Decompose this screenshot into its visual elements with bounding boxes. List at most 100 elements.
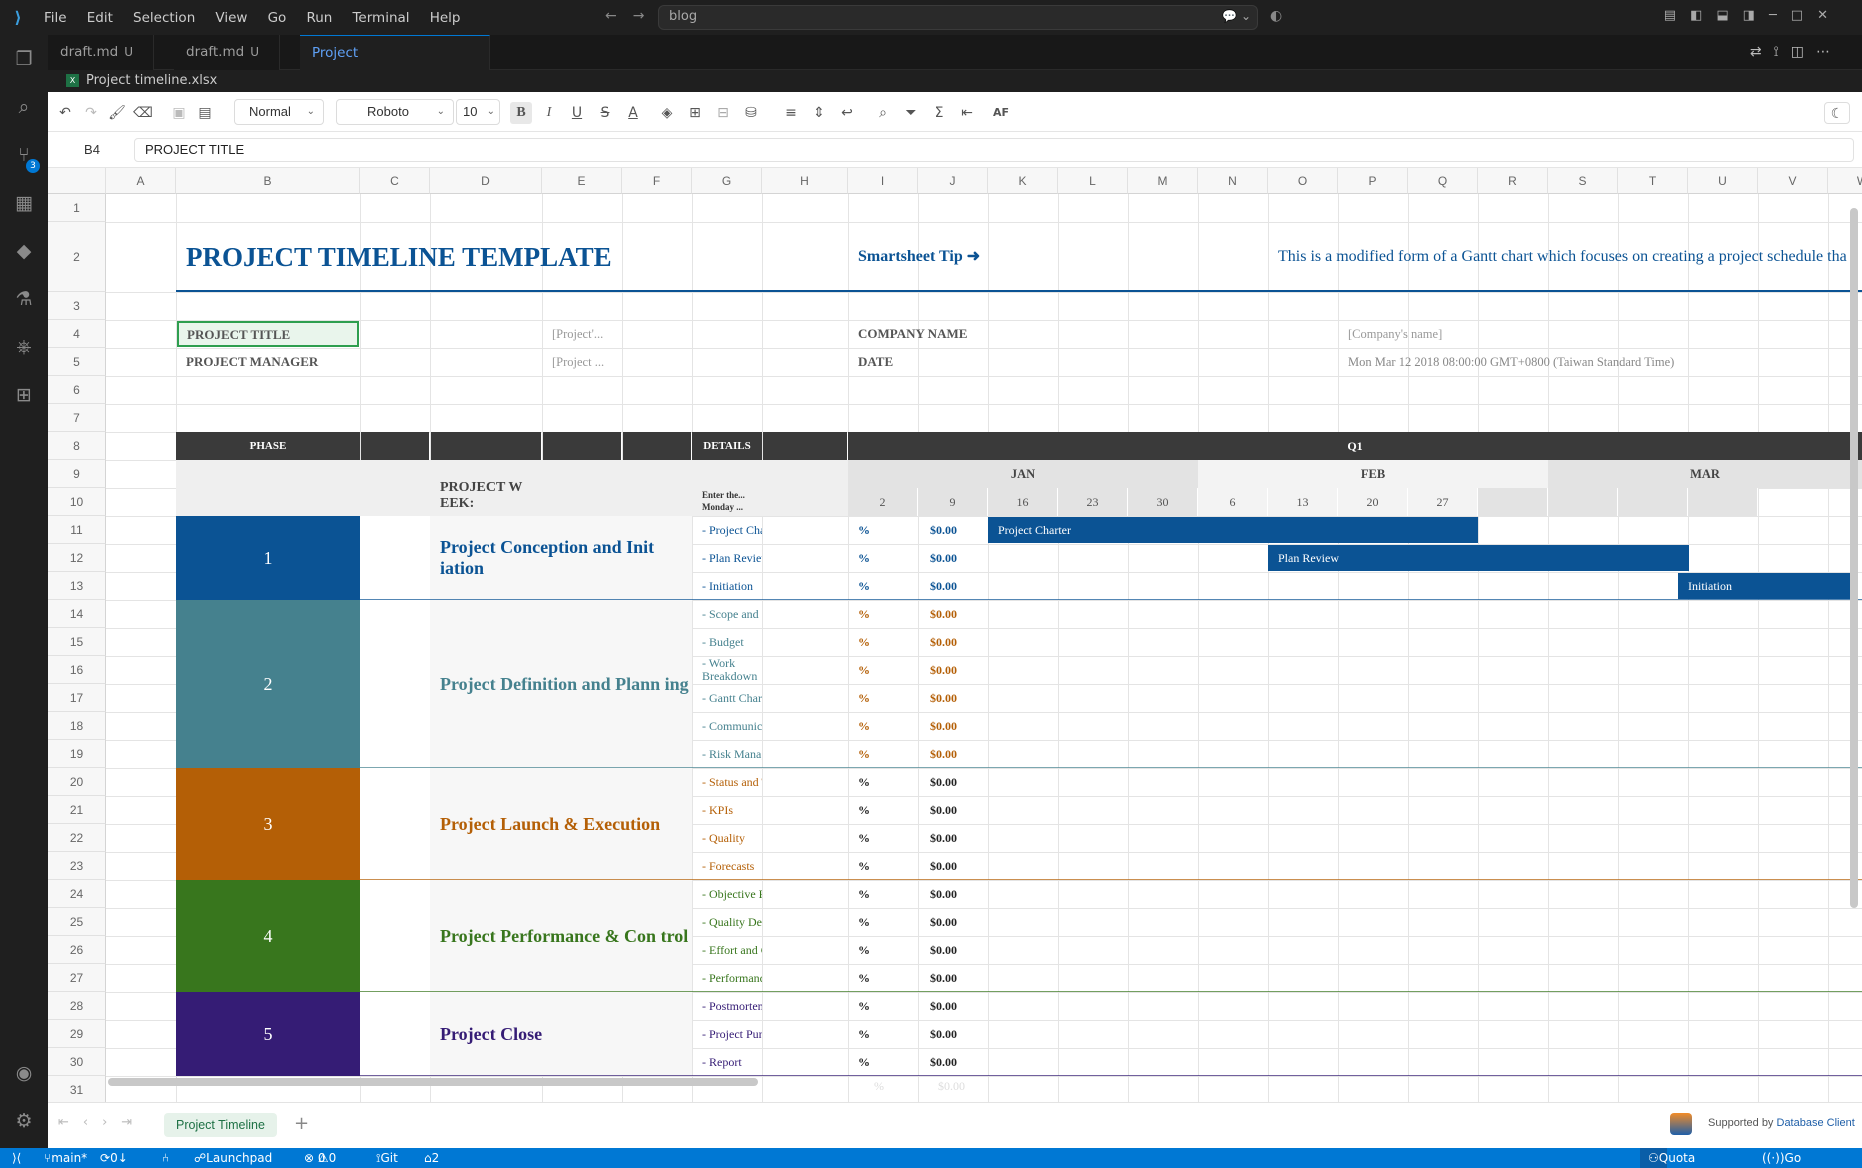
row-header[interactable]: 13 xyxy=(48,572,106,600)
row-header[interactable]: 12 xyxy=(48,544,106,572)
column-header[interactable]: I xyxy=(848,168,918,194)
task-cost[interactable]: $0.00 xyxy=(930,516,990,544)
task-cost[interactable]: $0.00 xyxy=(930,908,990,936)
task-percent[interactable]: % xyxy=(858,684,908,712)
task-label[interactable]: - Forecasts xyxy=(692,852,762,880)
minimize-icon[interactable]: ─ xyxy=(1769,8,1791,23)
branch-status[interactable]: ⑂ main* xyxy=(44,1148,87,1168)
row-header[interactable]: 5 xyxy=(48,348,106,376)
panel-toggle-icon[interactable]: ⬓ xyxy=(1716,8,1742,23)
font-select[interactable]: Roboto ⌄ xyxy=(336,99,454,125)
task-cost[interactable]: $0.00 xyxy=(930,964,990,992)
column-header[interactable]: G xyxy=(692,168,762,194)
task-percent[interactable]: % xyxy=(858,852,908,880)
strikethrough-icon[interactable]: S xyxy=(594,102,616,124)
go-live-status[interactable]: ((·)) Go Live xyxy=(1762,1148,1801,1168)
task-cost[interactable]: $0.00 xyxy=(930,740,990,768)
task-percent[interactable]: % xyxy=(858,992,908,1020)
task-cost[interactable]: $0.00 xyxy=(930,600,990,628)
column-header[interactable]: F xyxy=(622,168,692,194)
gantt-bar[interactable]: Project Charter xyxy=(988,517,1478,543)
undo-icon[interactable]: ↶ xyxy=(54,102,76,124)
row-header[interactable]: 7 xyxy=(48,404,106,432)
task-label[interactable]: - Quality xyxy=(692,824,762,852)
task-label[interactable]: - Performance xyxy=(692,964,762,992)
column-header[interactable]: M xyxy=(1128,168,1198,194)
row-header[interactable]: 25 xyxy=(48,908,106,936)
task-percent[interactable]: % xyxy=(858,880,908,908)
gantt-bar[interactable]: Initiation xyxy=(1678,573,1852,599)
row-header[interactable]: 9 xyxy=(48,460,106,488)
maximize-icon[interactable]: □ xyxy=(1791,8,1817,23)
secondary-sidebar-icon[interactable]: ◨ xyxy=(1743,8,1769,23)
task-cost[interactable]: $0.00 xyxy=(930,544,990,572)
task-cost[interactable]: $0.00 xyxy=(930,572,990,600)
row-header[interactable]: 1 xyxy=(48,194,106,222)
testing-icon[interactable]: ⚗ xyxy=(0,281,48,317)
task-cost[interactable]: $0.00 xyxy=(930,796,990,824)
git-graph-icon[interactable]: ⑃ xyxy=(162,1148,169,1168)
row-header[interactable]: 30 xyxy=(48,1048,106,1076)
task-cost[interactable]: $0.00 xyxy=(930,852,990,880)
merge-cells-icon[interactable]: ⊟ xyxy=(712,102,734,124)
spreadsheet-grid[interactable]: ABCDEFGHIJKLMNOPQRSTUVW12345678910111213… xyxy=(48,168,1862,1102)
task-cost[interactable]: $0.00 xyxy=(930,824,990,852)
task-label[interactable]: - Communication Plan xyxy=(692,712,762,740)
column-header[interactable]: T xyxy=(1618,168,1688,194)
bold-icon[interactable]: B xyxy=(510,102,532,124)
filter-icon[interactable]: ⏷ xyxy=(900,102,922,124)
database-icon[interactable]: ▦ xyxy=(0,185,48,221)
row-header[interactable]: 16 xyxy=(48,656,106,684)
column-header[interactable]: V xyxy=(1758,168,1828,194)
row-header[interactable]: 31 xyxy=(48,1076,106,1102)
task-percent[interactable]: % xyxy=(858,712,908,740)
redo-icon[interactable]: ↷ xyxy=(80,102,102,124)
task-percent[interactable]: % xyxy=(858,796,908,824)
row-header[interactable]: 18 xyxy=(48,712,106,740)
column-header[interactable]: D xyxy=(430,168,542,194)
task-percent[interactable]: % xyxy=(858,768,908,796)
row-header[interactable]: 4 xyxy=(48,320,106,348)
task-cost[interactable]: $0.00 xyxy=(930,628,990,656)
column-header[interactable]: W xyxy=(1828,168,1862,194)
layout-icon[interactable]: ▤ xyxy=(1664,8,1690,23)
menu-file[interactable]: File xyxy=(44,10,67,26)
tab-project-timeline[interactable]: Project timeline.xlsxU✕ xyxy=(300,35,490,96)
search-icon[interactable]: ⌕ xyxy=(0,89,48,125)
task-percent[interactable]: % xyxy=(858,1020,908,1048)
task-label[interactable]: - Budget xyxy=(692,628,762,656)
align-left-icon[interactable]: ≡ xyxy=(780,102,802,124)
quota-status[interactable]: ⚇ Quota reached xyxy=(1640,1148,1695,1168)
menu-terminal[interactable]: Terminal xyxy=(352,10,409,26)
row-header[interactable]: 10 xyxy=(48,488,106,516)
task-cost[interactable]: $0.00 xyxy=(930,1020,990,1048)
formula-input[interactable]: PROJECT TITLE xyxy=(134,138,1854,162)
row-header[interactable]: 29 xyxy=(48,1020,106,1048)
task-label[interactable]: - Gantt Chart xyxy=(692,684,762,712)
menu-help[interactable]: Help xyxy=(430,10,461,26)
cell-reference-box[interactable]: B4 xyxy=(52,138,132,162)
task-percent[interactable]: % xyxy=(858,572,908,600)
menu-run[interactable]: Run xyxy=(306,10,332,26)
split-editor-icon[interactable]: ◫ xyxy=(1791,44,1816,60)
row-header[interactable]: 8 xyxy=(48,432,106,460)
command-center[interactable]: blog 💬 ⌄ xyxy=(658,5,1258,30)
menu-go[interactable]: Go xyxy=(268,10,287,26)
style-select[interactable]: Normal ⌄ xyxy=(234,99,324,125)
sheet-tab-project-timeline[interactable]: Project Timeline xyxy=(164,1113,277,1137)
launchpad-status[interactable]: ☍ Launchpad xyxy=(194,1148,272,1168)
task-percent[interactable]: % xyxy=(858,600,908,628)
sync-status[interactable]: ⟳ 0↓ 5↑ xyxy=(100,1148,128,1168)
row-header[interactable]: 23 xyxy=(48,852,106,880)
forward-icon[interactable]: → xyxy=(633,8,661,24)
settings-gear-icon[interactable]: ⚙ xyxy=(0,1103,48,1139)
find-icon[interactable]: ⌕ xyxy=(872,102,894,124)
project-manager-value[interactable]: [Project ... xyxy=(552,348,632,376)
task-label[interactable]: - Postmortem xyxy=(692,992,762,1020)
autofilter-button[interactable]: AF xyxy=(990,102,1012,124)
borders-icon[interactable]: ⊞ xyxy=(684,102,706,124)
underline-icon[interactable]: U xyxy=(566,102,588,124)
task-cost[interactable]: $0.00 xyxy=(930,656,990,684)
database-client-link[interactable]: Database Client xyxy=(1777,1117,1855,1129)
tab-draft-md-1[interactable]: draft.md U xyxy=(48,35,154,70)
